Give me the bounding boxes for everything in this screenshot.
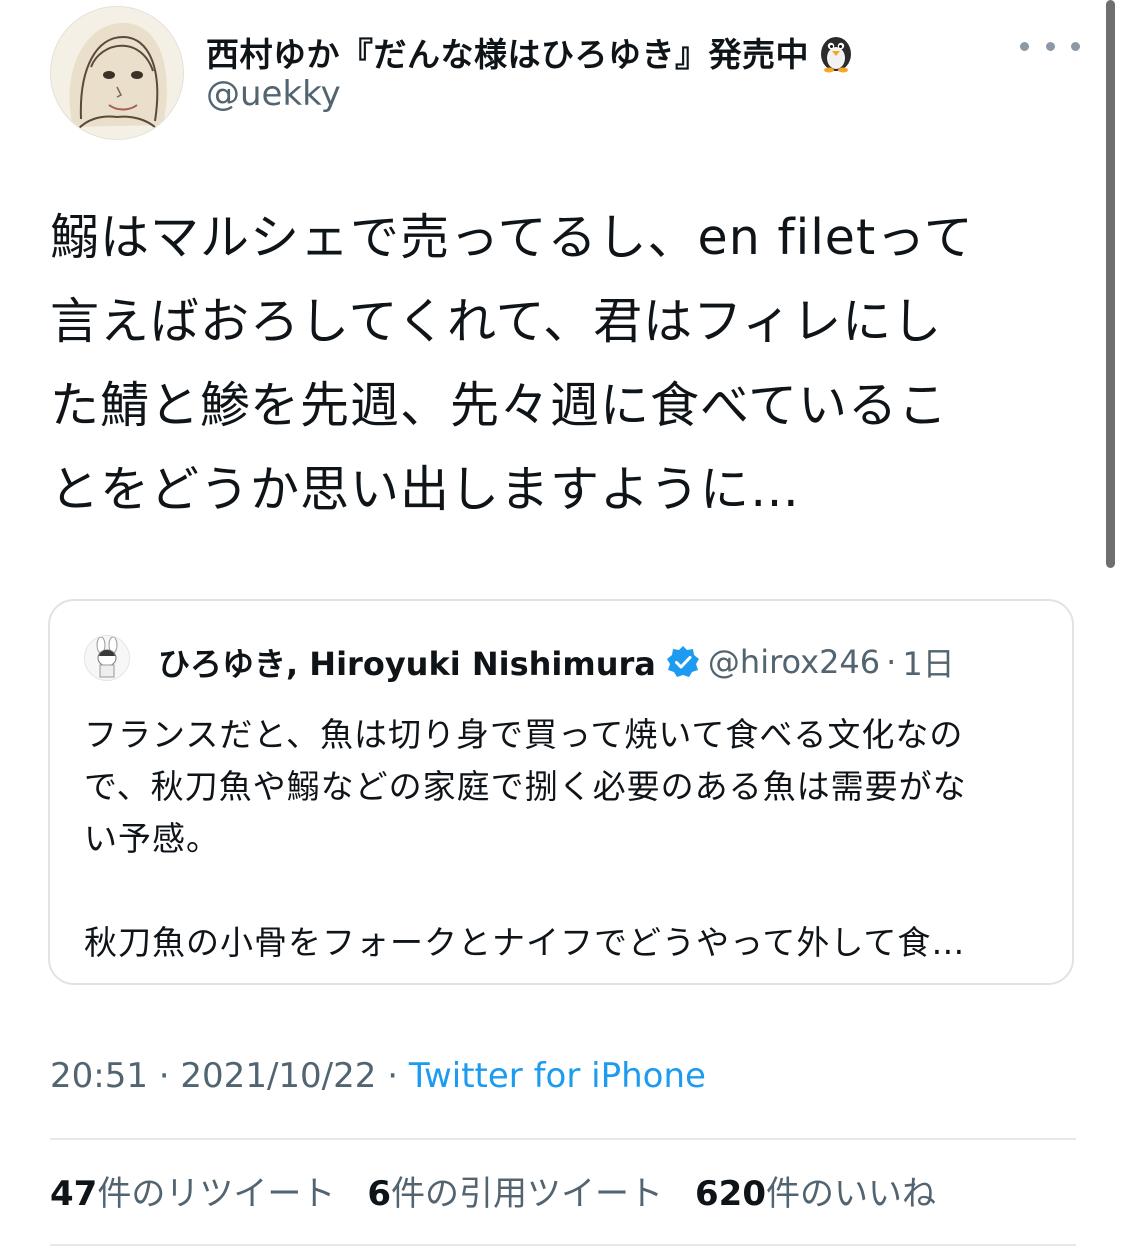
- tweet-text-line: 鰯はマルシェで売ってるし、en filetって: [50, 209, 974, 266]
- likes-label: 件のいいね: [765, 1174, 936, 1214]
- more-dot: [1020, 41, 1029, 51]
- retweets-stat[interactable]: 47件のリツイート: [50, 1166, 335, 1215]
- verified-badge-icon: [666, 645, 700, 679]
- tweet-date[interactable]: 2021/10/22: [180, 1056, 376, 1096]
- quoted-text-line: い予感。: [84, 819, 220, 858]
- quoted-text-line: [84, 865, 1044, 917]
- author-handle[interactable]: @uekky: [206, 74, 341, 114]
- tweet-text-line: た鯖と鯵を先週、先々週に食べているこ: [50, 377, 949, 434]
- more-dot: [1071, 41, 1080, 51]
- quotes-count: 6: [367, 1174, 391, 1214]
- quoted-time: 1日: [902, 645, 955, 683]
- tweet-stats: 47件のリツイート 6件の引用ツイート 620件のいいね: [50, 1166, 968, 1215]
- quoted-author-avatar: [84, 635, 130, 681]
- likes-count: 620: [695, 1174, 766, 1214]
- quotes-label: 件の引用ツイート: [391, 1174, 663, 1214]
- quoted-text-line: 秋刀魚の小骨をフォークとナイフでどうやって外して食…: [84, 923, 966, 962]
- tweet-text-line: とをどうか思い出しますように…: [50, 461, 801, 518]
- tweet-detail: 西村ゆか『だんな様はひろゆき』発売中 @uekky 鰯はマルシェで売ってるし、e…: [0, 0, 1125, 1253]
- quoted-header: ひろゆき, Hiroyuki Nishimura @hirox246 · 1日: [158, 637, 955, 687]
- more-options-icon[interactable]: [1020, 28, 1080, 64]
- tweet-meta: 20:51 · 2021/10/22 · Twitter for iPhone: [50, 1056, 706, 1096]
- retweets-label: 件のリツイート: [97, 1174, 336, 1214]
- scrollbar[interactable]: [1106, 0, 1115, 568]
- divider: [50, 1244, 1076, 1246]
- divider: [50, 1138, 1076, 1140]
- quoted-handle: @hirox246: [707, 643, 881, 681]
- author-name-line[interactable]: 西村ゆか『だんな様はひろゆき』発売中: [206, 24, 857, 80]
- quoted-display-name: ひろゆき, Hiroyuki Nishimura: [158, 645, 656, 683]
- meta-separator: ·: [387, 1056, 399, 1096]
- tweet-source-link[interactable]: Twitter for iPhone: [409, 1056, 706, 1096]
- tweet-text-line: 言えばおろしてくれて、君はフィレにし: [50, 293, 943, 350]
- quoted-text: フランスだと、魚は切り身で買って焼いて食べる文化なの で、秋刀魚や鰯などの家庭で…: [84, 709, 1044, 969]
- quoted-separator: ·: [886, 643, 897, 681]
- author-avatar[interactable]: [50, 6, 184, 140]
- penguin-emoji-icon: [815, 31, 857, 73]
- tweet-time[interactable]: 20:51: [50, 1056, 148, 1096]
- retweets-count: 47: [50, 1174, 98, 1214]
- quoted-text-line: で、秋刀魚や鰯などの家庭で捌く必要のある魚は需要がな: [84, 767, 967, 806]
- likes-stat[interactable]: 620件のいいね: [695, 1166, 936, 1215]
- author-display-name[interactable]: 西村ゆか『だんな様はひろゆき』発売中: [206, 28, 809, 76]
- tweet-text: 鰯はマルシェで売ってるし、en filetって 言えばおろしてくれて、君はフィレ…: [50, 196, 1070, 532]
- quotes-stat[interactable]: 6件の引用ツイート: [367, 1166, 663, 1215]
- meta-separator: ·: [158, 1056, 170, 1096]
- quoted-tweet-card[interactable]: ひろゆき, Hiroyuki Nishimura @hirox246 · 1日 …: [48, 599, 1074, 985]
- quoted-text-line: フランスだと、魚は切り身で買って焼いて食べる文化なの: [84, 715, 964, 754]
- more-dot: [1045, 41, 1055, 51]
